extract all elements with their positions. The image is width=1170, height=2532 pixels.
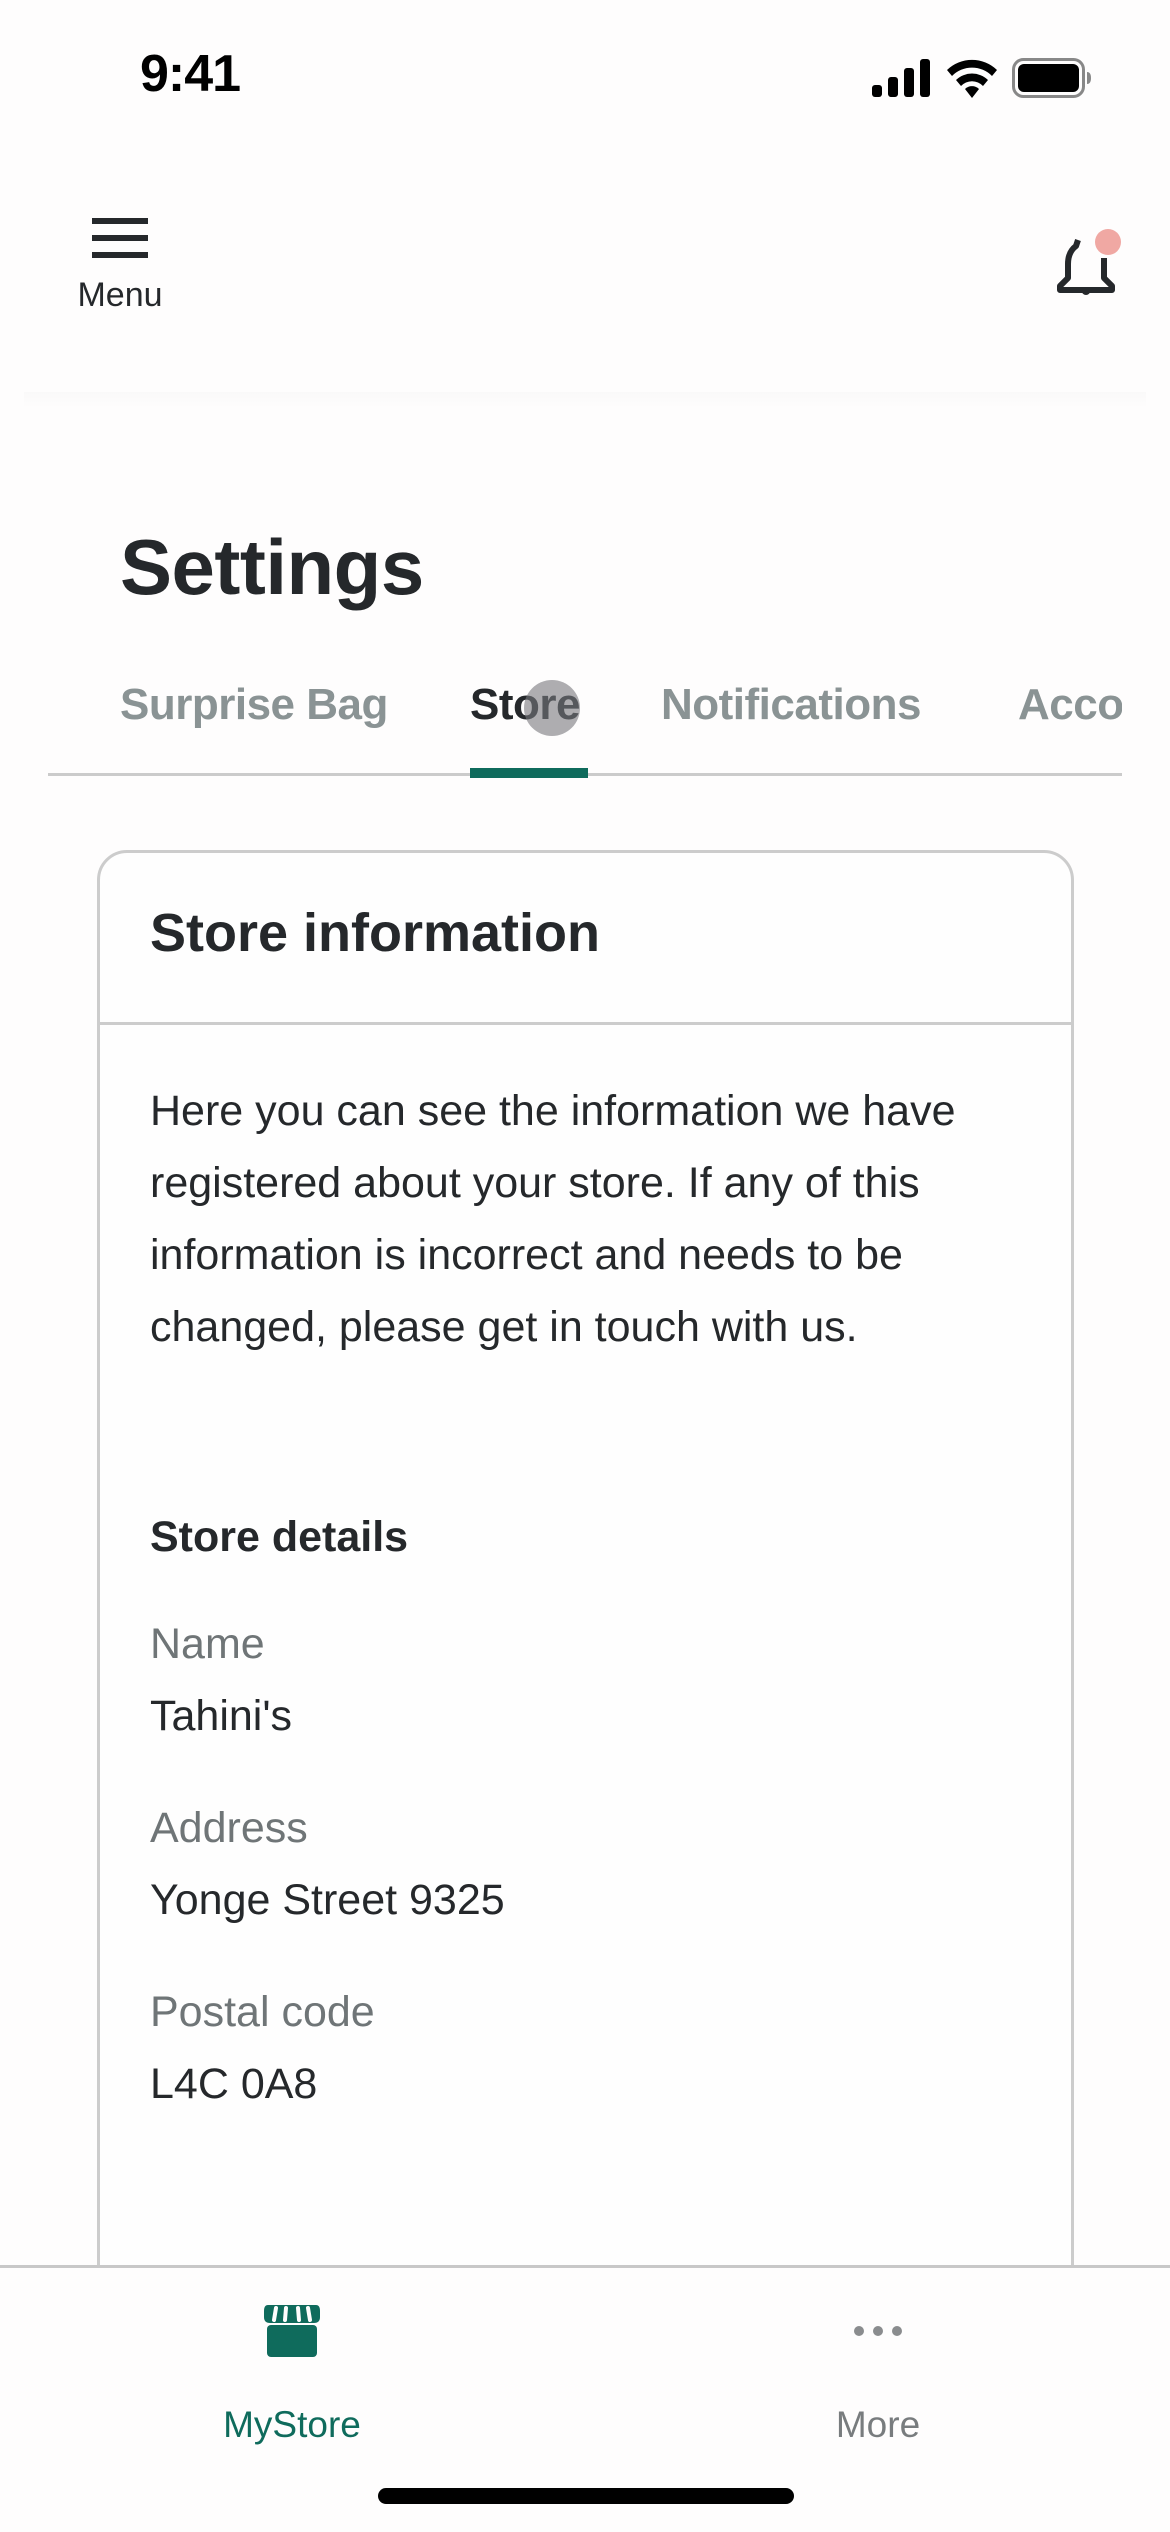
app-header: Menu bbox=[0, 150, 1170, 400]
nav-mystore[interactable]: MyStore bbox=[142, 2268, 442, 2468]
touch-indicator bbox=[524, 680, 580, 736]
field-postal-code: Postal code L4C 0A8 bbox=[150, 1982, 1021, 2114]
menu-label: Menu bbox=[77, 276, 163, 314]
field-value: Yonge Street 9325 bbox=[150, 1876, 505, 1924]
field-value: Tahini's bbox=[150, 1692, 293, 1740]
wifi-icon bbox=[947, 59, 997, 98]
status-time: 9:41 bbox=[140, 45, 241, 103]
store-information-card: Store information Here you can see the i… bbox=[97, 850, 1074, 2350]
active-tab-indicator bbox=[470, 768, 588, 778]
home-indicator[interactable] bbox=[378, 2488, 794, 2504]
page-title: Settings bbox=[120, 523, 424, 611]
field-label: Name bbox=[150, 1620, 265, 1668]
nav-label: MyStore bbox=[223, 2404, 361, 2445]
menu-button[interactable]: Menu bbox=[62, 212, 178, 332]
battery-icon bbox=[1012, 58, 1091, 98]
tab-notifications[interactable]: Notifications bbox=[661, 680, 921, 730]
notifications-button[interactable] bbox=[1050, 220, 1130, 300]
field-label: Address bbox=[150, 1804, 308, 1852]
storefront-icon bbox=[257, 2296, 327, 2366]
card-header: Store information bbox=[100, 853, 1071, 1025]
cellular-signal-icon bbox=[872, 59, 930, 97]
nav-more[interactable]: More bbox=[728, 2268, 1028, 2468]
hamburger-icon bbox=[92, 218, 148, 258]
field-address: Address Yonge Street 9325 bbox=[150, 1798, 1021, 1930]
tab-surprise-bag[interactable]: Surprise Bag bbox=[120, 680, 388, 730]
notification-badge bbox=[1095, 229, 1121, 255]
tab-account[interactable]: Account bbox=[1018, 680, 1122, 730]
status-bar: 9:41 bbox=[0, 0, 1170, 150]
field-name: Name Tahini's bbox=[150, 1614, 1021, 1746]
card-body: Here you can see the information we have… bbox=[100, 1025, 1071, 2114]
settings-tabs: Surprise Bag Store Notifications Account bbox=[48, 670, 1122, 778]
nav-label: More bbox=[835, 2404, 921, 2445]
bell-icon bbox=[1057, 229, 1121, 295]
more-dots-icon bbox=[843, 2296, 913, 2366]
field-label: Postal code bbox=[150, 1988, 375, 2036]
header-divider bbox=[24, 392, 1146, 408]
status-icons bbox=[872, 58, 1092, 98]
field-value: L4C 0A8 bbox=[150, 2060, 318, 2108]
store-details-heading: Store details bbox=[150, 1513, 409, 1561]
card-description: Here you can see the information we have… bbox=[150, 1087, 956, 1351]
card-title: Store information bbox=[150, 902, 601, 963]
